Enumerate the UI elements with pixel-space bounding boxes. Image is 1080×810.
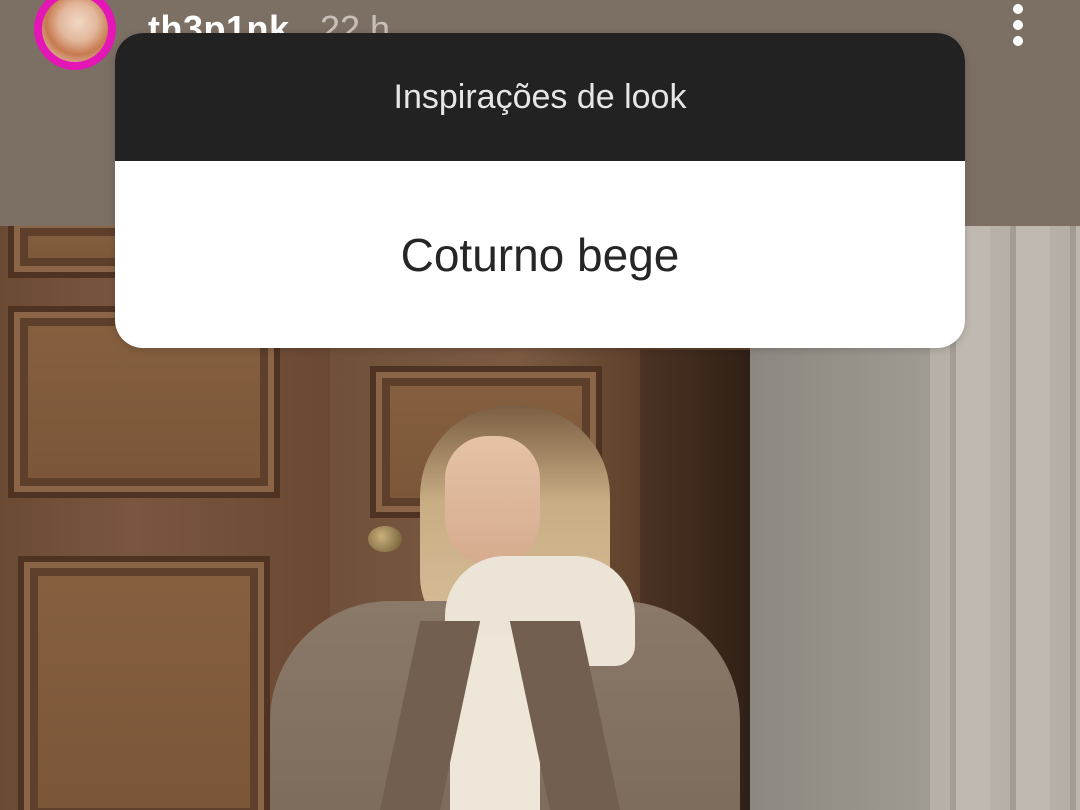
avatar-photo bbox=[42, 0, 108, 62]
question-sticker-body: Coturno bege bbox=[115, 161, 965, 348]
question-sticker: Inspirações de look Coturno bege bbox=[115, 33, 965, 348]
question-title: Inspirações de look bbox=[393, 77, 687, 116]
door-knob bbox=[368, 526, 402, 552]
person-face bbox=[445, 436, 540, 566]
more-vertical-icon bbox=[1013, 4, 1023, 14]
more-options-button[interactable] bbox=[1000, 0, 1036, 50]
more-vertical-icon bbox=[1013, 20, 1023, 30]
question-sticker-header: Inspirações de look bbox=[115, 33, 965, 161]
story-viewer[interactable]: th3p1nk 22 h Inspirações de look Coturno… bbox=[0, 0, 1080, 810]
profile-avatar[interactable] bbox=[34, 0, 116, 70]
more-vertical-icon bbox=[1013, 36, 1023, 46]
question-answer: Coturno bege bbox=[400, 228, 680, 281]
door-panel bbox=[18, 556, 270, 810]
